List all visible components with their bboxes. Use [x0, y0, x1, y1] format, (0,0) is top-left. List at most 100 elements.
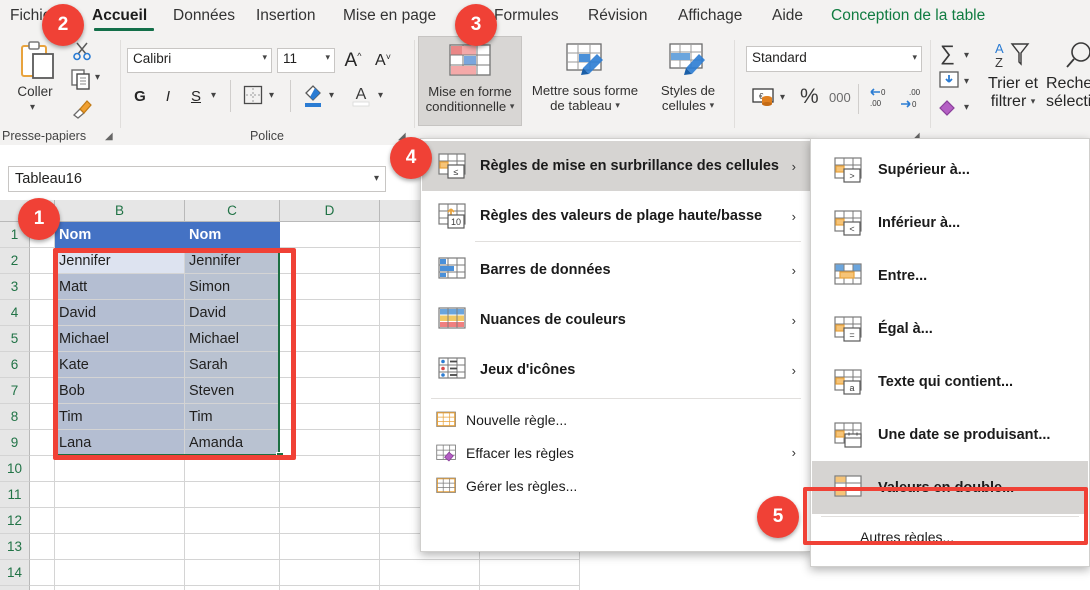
row-header-8[interactable]: 8	[0, 404, 30, 430]
row-header-6[interactable]: 6	[0, 352, 30, 378]
submenu-item-3[interactable]: = Égal à...	[812, 302, 1088, 355]
row-header-4[interactable]: 4	[0, 300, 30, 326]
menu-item-5[interactable]: Nouvelle règle...	[422, 403, 810, 436]
decrease-decimal-icon[interactable]: .00 0	[899, 86, 925, 115]
cell-A5[interactable]	[30, 326, 55, 352]
row-header-13[interactable]: 13	[0, 534, 30, 560]
row-header-14[interactable]: 14	[0, 560, 30, 586]
menu-item-0[interactable]: ≤ Règles de mise en surbrillance des cell…	[422, 141, 810, 191]
cell-B11[interactable]	[55, 482, 185, 508]
fill-color-chevron-down-icon[interactable]: ▾	[329, 90, 334, 101]
name-box-chevron-down-icon[interactable]: ▾	[374, 167, 379, 191]
submenu-item-2[interactable]: Entre...	[812, 249, 1088, 302]
row-header-5[interactable]: 5	[0, 326, 30, 352]
format-painter-icon[interactable]	[70, 96, 94, 125]
increase-font-size-button[interactable]: A ^	[340, 48, 366, 73]
increase-decimal-icon[interactable]: 0 .00	[868, 86, 894, 115]
cell-E15[interactable]	[380, 586, 480, 590]
cell-A7[interactable]	[30, 378, 55, 404]
cell-B14[interactable]	[55, 560, 185, 586]
clipboard-dialog-launcher[interactable]: ◢	[105, 131, 113, 142]
cell-A3[interactable]	[30, 274, 55, 300]
format-as-table-chevron-down-icon[interactable]: ▾	[615, 98, 620, 113]
cell-A15[interactable]	[30, 586, 55, 590]
cell-C12[interactable]	[185, 508, 280, 534]
fill-chevron-down-icon[interactable]: ▾	[964, 76, 969, 87]
cell-C1[interactable]: Nom	[185, 222, 280, 248]
row-header-15[interactable]: 15	[0, 586, 30, 590]
italic-button[interactable]: I	[156, 84, 180, 108]
comma-style-button[interactable]: 000	[829, 90, 851, 105]
row-header-11[interactable]: 11	[0, 482, 30, 508]
submenu-item-5[interactable]: Une date se produisant...	[812, 408, 1088, 461]
borders-icon[interactable]	[242, 84, 264, 111]
ribbon-tab-9[interactable]: Conception de la table	[831, 3, 1011, 29]
fill-icon[interactable]	[938, 70, 960, 95]
copy-icon[interactable]	[70, 68, 92, 95]
conditional-formatting-button[interactable]: Mise en forme conditionnelle ▾	[418, 36, 522, 126]
font-size-chevron-down-icon[interactable]: ▾	[325, 52, 330, 63]
cell-C15[interactable]	[185, 586, 280, 590]
cell-F14[interactable]	[480, 560, 580, 586]
borders-chevron-down-icon[interactable]: ▾	[269, 90, 274, 101]
cell-C13[interactable]	[185, 534, 280, 560]
fill-color-icon[interactable]	[302, 82, 324, 113]
submenu-item-0[interactable]: > Supérieur à...	[812, 143, 1088, 196]
column-header-D[interactable]: D	[280, 200, 380, 222]
paste-dropdown-chevron[interactable]: ▾	[30, 102, 35, 113]
cell-A13[interactable]	[30, 534, 55, 560]
format-as-table-button[interactable]: Mettre sous forme de tableau ▾	[526, 36, 644, 126]
column-header-C[interactable]: C	[185, 200, 280, 222]
row-header-7[interactable]: 7	[0, 378, 30, 404]
menu-item-2[interactable]: Barres de données ›	[422, 245, 810, 295]
ribbon-tab-2[interactable]: Données	[173, 3, 239, 29]
row-header-2[interactable]: 2	[0, 248, 30, 274]
cell-D1[interactable]	[280, 222, 380, 248]
cell-E14[interactable]	[380, 560, 480, 586]
row-header-9[interactable]: 9	[0, 430, 30, 456]
font-name-chevron-down-icon[interactable]: ▾	[262, 52, 267, 63]
paste-button-label[interactable]: Coller	[4, 84, 66, 99]
cell-A10[interactable]	[30, 456, 55, 482]
cell-F15[interactable]	[480, 586, 580, 590]
menu-item-4[interactable]: Jeux d'icônes ›	[422, 345, 810, 395]
cell-A2[interactable]	[30, 248, 55, 274]
ribbon-tab-8[interactable]: Aide	[772, 3, 812, 29]
submenu-item-1[interactable]: < Inférieur à...	[812, 196, 1088, 249]
underline-button[interactable]: S	[184, 84, 208, 108]
cell-B1[interactable]: Nom	[55, 222, 185, 248]
sort-filter-chevron-down-icon[interactable]: ▾	[1031, 96, 1036, 107]
number-format-chevron-down-icon[interactable]: ▾	[912, 52, 917, 63]
cell-A14[interactable]	[30, 560, 55, 586]
cell-A6[interactable]	[30, 352, 55, 378]
menu-item-6[interactable]: Effacer les règles ›	[422, 436, 810, 469]
ribbon-tab-6[interactable]: Révision	[588, 3, 654, 29]
clear-chevron-down-icon[interactable]: ▾	[964, 102, 969, 113]
ribbon-tab-4[interactable]: Mise en page	[343, 3, 447, 29]
cell-B12[interactable]	[55, 508, 185, 534]
cell-A9[interactable]	[30, 430, 55, 456]
sort-filter-button[interactable]: A Z Trier et filtrer ▾	[980, 40, 1046, 111]
menu-item-3[interactable]: Nuances de couleurs ›	[422, 295, 810, 345]
row-header-12[interactable]: 12	[0, 508, 30, 534]
percent-style-button[interactable]: %	[800, 85, 819, 109]
cell-B15[interactable]	[55, 586, 185, 590]
find-select-button[interactable]: Rechercher et sélectionner ▾	[1044, 40, 1090, 111]
menu-item-1[interactable]: 10 Règles des valeurs de plage haute/bass…	[422, 191, 810, 241]
cell-D13[interactable]	[280, 534, 380, 560]
cell-D11[interactable]	[280, 482, 380, 508]
bold-button[interactable]: G	[128, 84, 152, 108]
decrease-font-size-button[interactable]: A ˅	[370, 48, 396, 73]
row-header-3[interactable]: 3	[0, 274, 30, 300]
cell-D15[interactable]	[280, 586, 380, 590]
menu-item-7[interactable]: Gérer les règles...	[422, 469, 810, 502]
cell-A11[interactable]	[30, 482, 55, 508]
cell-D12[interactable]	[280, 508, 380, 534]
row-header-10[interactable]: 10	[0, 456, 30, 482]
conditional-formatting-menu[interactable]: ≤ Règles de mise en surbrillance des cell…	[420, 138, 812, 552]
number-format-combo[interactable]: Standard ▾	[746, 46, 922, 72]
cell-styles-button[interactable]: Styles de cellules ▾	[648, 36, 728, 126]
ribbon-tab-3[interactable]: Insertion	[256, 3, 326, 29]
accounting-format-icon[interactable]: €	[752, 86, 776, 113]
underline-chevron-down-icon[interactable]: ▾	[211, 90, 216, 101]
